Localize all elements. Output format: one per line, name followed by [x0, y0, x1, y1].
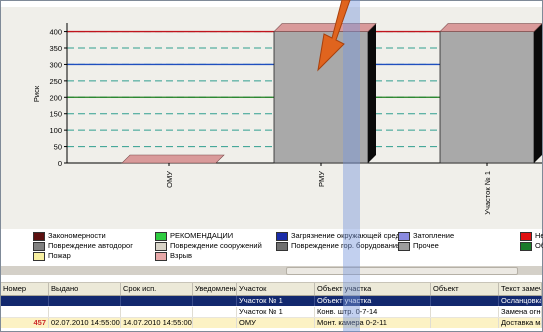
bar-side: [534, 23, 542, 164]
legend-swatch: [155, 241, 167, 251]
legend-label: Взрыв: [170, 251, 192, 260]
legend-item: Об: [520, 241, 543, 251]
legend-label: Об: [535, 241, 543, 250]
column-header-object[interactable]: Объект: [431, 283, 499, 295]
risk-bar-chart: 0 50 100 150 200 250 300 350 400 Риск ОМУ РМУ Участо…: [32, 23, 542, 215]
x-tick-label: Участок № 1: [483, 171, 492, 215]
legend-swatch: [398, 231, 410, 241]
cell-deadline: [121, 307, 193, 317]
y-tick-label: 300: [49, 60, 62, 69]
legend-item: Пожар: [33, 251, 71, 261]
legend-item: Загрязнение окружающей среды: [276, 231, 405, 241]
legend-swatch: [276, 231, 288, 241]
cell-section-object: Монт. камера 0-2-11: [315, 318, 431, 328]
column-header-issued[interactable]: Выдано: [49, 283, 121, 295]
legend-label: Не: [535, 231, 543, 240]
column-header-deadline[interactable]: Срок исп.: [121, 283, 193, 295]
legend-swatch: [33, 241, 45, 251]
pointer-arrow-icon: [317, 0, 351, 72]
y-tick-label: 200: [49, 93, 62, 102]
legend-label: Пожар: [48, 251, 71, 260]
column-header-section-object[interactable]: Объект участка: [315, 283, 431, 295]
y-axis-label: Риск: [32, 85, 41, 102]
chart-legend: Закономерности РЕКОМЕНДАЦИИ Загрязнение ок…: [33, 231, 543, 261]
cell-remark-text: Осланцовка: [501, 296, 542, 306]
y-tick-label: 100: [49, 126, 62, 135]
y-tick-label: 0: [58, 159, 62, 168]
x-tick-label: ОМУ: [165, 171, 174, 188]
legend-item: РЕКОМЕНДАЦИИ: [155, 231, 233, 241]
cell-section-object: Объект участка: [315, 296, 431, 306]
y-tick-label: 250: [49, 77, 62, 86]
legend-label: Повреждение сооружений: [170, 241, 262, 250]
y-tick-label: 350: [49, 44, 62, 53]
bar: [439, 31, 535, 164]
legend-item: Закономерности: [33, 231, 106, 241]
legend-item: Затопление: [398, 231, 454, 241]
legend-label: Повреждение автодорог: [48, 241, 133, 250]
legend-label: Закономерности: [48, 231, 106, 240]
cell-number: 457: [1, 318, 49, 328]
cell-issued: [49, 307, 121, 317]
legend-swatch: [276, 241, 288, 251]
legend-label: Затопление: [413, 231, 455, 240]
x-tick-label: РМУ: [317, 171, 326, 187]
cell-object: [431, 307, 499, 317]
column-header-remark-text[interactable]: Текст замечания: [499, 283, 542, 295]
cell-object: [431, 296, 499, 306]
cell-deadline: [121, 296, 193, 306]
table-header: Номер Выдано Срок исп. Уведомление Участ…: [1, 282, 542, 296]
legend-swatch: [155, 251, 167, 261]
window-frame: 0 50 100 150 200 250 300 350 400 Риск ОМУ РМУ Участо…: [0, 0, 543, 332]
legend-swatch: [520, 231, 532, 241]
legend-swatch: [33, 251, 45, 261]
scrollbar-thumb[interactable]: [286, 267, 518, 275]
cell-issued: [49, 296, 121, 306]
cell-notification: [193, 307, 237, 317]
cell-remark-text: Доставка ма: [501, 318, 542, 328]
column-header-number[interactable]: Номер: [1, 283, 49, 295]
cell-deadline: 14.07.2010 14:55:00: [123, 318, 193, 328]
cell-remark-text: Замена огнет: [501, 307, 542, 317]
cell-number: [1, 307, 49, 317]
legend-item: Повреждение гор. борудования: [276, 241, 401, 251]
y-tick-label: 150: [49, 110, 62, 119]
bar-top: [121, 154, 225, 164]
bar-side: [368, 23, 376, 164]
table-row[interactable]: Участок № 1 Конв. штр. 0-7-14 Замена огн…: [1, 307, 542, 318]
legend-item: Прочее: [398, 241, 439, 251]
risk-chart-panel: 0 50 100 150 200 250 300 350 400 Риск ОМУ РМУ Участо…: [1, 7, 542, 229]
y-tick-label: 400: [49, 28, 62, 37]
horizontal-scrollbar[interactable]: [1, 266, 542, 275]
bar-top: [439, 23, 542, 32]
table-row[interactable]: 457 02.07.2010 14:55:00 14.07.2010 14:55…: [1, 318, 542, 328]
table-row-selected[interactable]: Участок № 1 Объект участка Осланцовка: [1, 296, 542, 306]
cell-notification: [193, 296, 237, 306]
legend-item: Повреждение сооружений: [155, 241, 262, 251]
legend-item: Не: [520, 231, 543, 241]
legend-item: Повреждение автодорог: [33, 241, 133, 251]
legend-swatch: [398, 241, 410, 251]
cell-object: [431, 318, 499, 328]
y-tick-label: 50: [54, 143, 62, 152]
column-header-notification[interactable]: Уведомление: [193, 283, 237, 295]
legend-swatch: [155, 231, 167, 241]
cell-section: ОМУ: [237, 318, 315, 328]
legend-label: РЕКОМЕНДАЦИИ: [170, 231, 234, 240]
cell-number: [1, 296, 49, 306]
legend-item: Взрыв: [155, 251, 192, 261]
cell-section: Участок № 1: [237, 307, 315, 317]
cell-section-object: Конв. штр. 0-7-14: [315, 307, 431, 317]
legend-swatch: [33, 231, 45, 241]
cell-section: Участок № 1: [237, 296, 315, 306]
column-header-section[interactable]: Участок: [237, 283, 315, 295]
legend-label: Прочее: [413, 241, 439, 250]
cell-issued: 02.07.2010 14:55:00: [51, 318, 121, 328]
cell-notification: [193, 318, 237, 328]
legend-swatch: [520, 241, 532, 251]
